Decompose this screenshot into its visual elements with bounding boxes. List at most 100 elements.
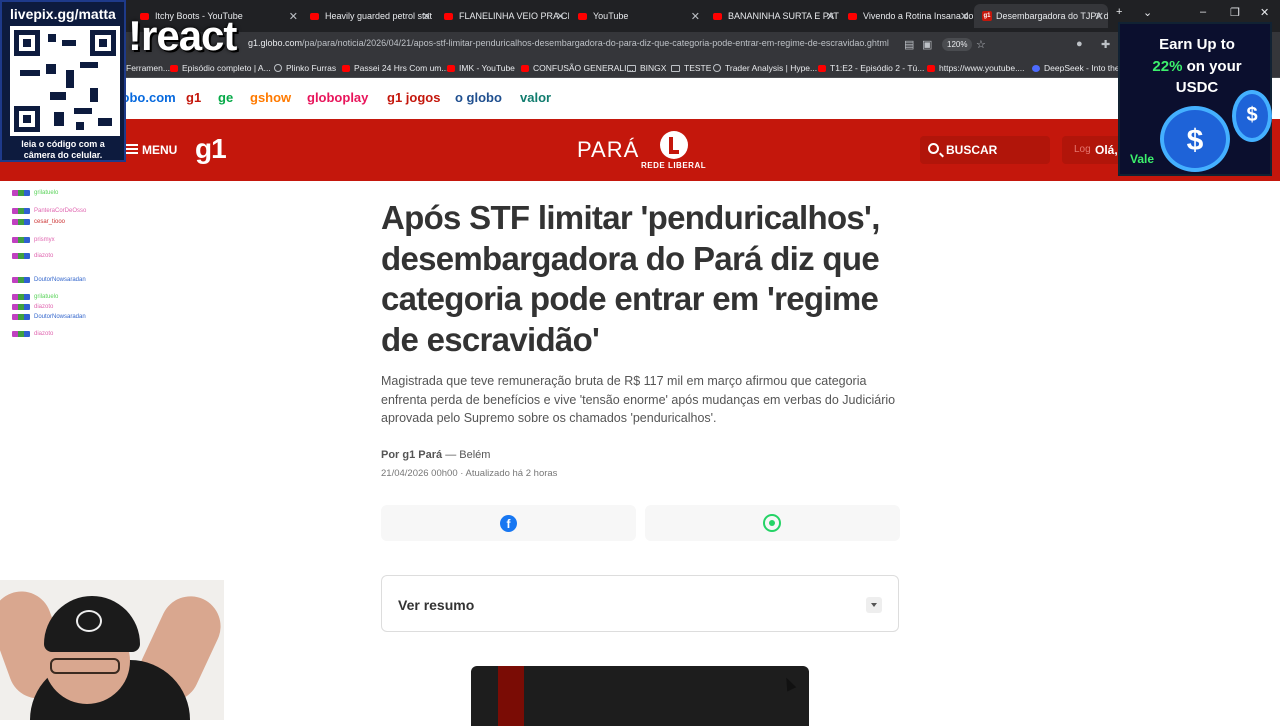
chat-message: PanteraCorDeOsso (12, 207, 86, 215)
bookmark-item[interactable]: CONFUSÃO GENERALI... (521, 63, 634, 73)
cap-logo-icon (76, 610, 102, 632)
youtube-icon (170, 64, 178, 72)
new-tab-icon[interactable]: + (1116, 6, 1122, 18)
promo-vale-label: Vale (1130, 152, 1155, 166)
bookmark-item[interactable]: Plinko Furras (274, 63, 336, 73)
summary-accordion[interactable]: Ver resumo (381, 575, 899, 632)
nav-o-globo[interactable]: o globo (455, 90, 502, 105)
chat-badges-icon (12, 190, 30, 196)
livepix-qr-overlay: livepix.gg/matta leia o código com a câm… (0, 0, 126, 162)
nav-g1-jogos[interactable]: g1 jogos (387, 90, 440, 105)
screenshot-icon[interactable]: ▣ (922, 38, 932, 51)
close-tab-icon[interactable]: ✕ (289, 10, 298, 23)
chat-badges-icon (12, 208, 30, 214)
browser-tab[interactable]: Vivendo a Rotina Insana do ✕ (840, 4, 973, 28)
chat-message: grilatuelo (12, 189, 58, 197)
browser-tab[interactable]: FLANELINHA VEIO PRA CIM ✕ (436, 4, 569, 28)
region-title[interactable]: PARÁ (577, 137, 639, 163)
summary-label: Ver resumo (398, 597, 475, 613)
rede-liberal-logo-icon (660, 131, 688, 159)
livepix-handle: livepix.gg/matta (10, 6, 116, 22)
close-tab-icon[interactable]: ✕ (826, 10, 835, 23)
close-tab-icon[interactable]: ✕ (422, 10, 431, 23)
whatsapp-icon (763, 514, 781, 532)
bookmark-item[interactable]: Ferramen... (126, 63, 170, 73)
chat-message: diazoto (12, 330, 53, 338)
qr-caption: leia o código com a câmera do celular. (21, 139, 105, 160)
close-tab-icon[interactable]: ✕ (1095, 10, 1104, 23)
chat-badges-icon (12, 304, 30, 310)
bookmark-item[interactable]: Episódio completo | A... (170, 63, 271, 73)
chat-badges-icon (12, 237, 30, 243)
bookmark-item[interactable]: DeepSeek - Into the ... (1032, 63, 1129, 73)
chat-badges-icon (12, 294, 30, 300)
bookmark-item[interactable]: Trader Analysis | Hype... (713, 63, 817, 73)
nav-ge[interactable]: ge (218, 90, 233, 105)
profile-icon[interactable]: ● (1076, 38, 1083, 50)
chat-message: diazoto (12, 252, 53, 260)
nav-globoplay[interactable]: globoplay (307, 90, 368, 105)
bookmark-item[interactable]: https://www.youtube.... (927, 63, 1025, 73)
url-field[interactable]: g1.globo.com/pa/para/noticia/2026/04/21/… (248, 38, 889, 48)
close-window-icon[interactable]: ✕ (1260, 6, 1269, 19)
bookmark-item[interactable]: T1:E2 - Episódio 2 - Tú... (818, 63, 924, 73)
chat-message: DoutorNowsaradan (12, 313, 86, 321)
close-tab-icon[interactable]: ✕ (960, 10, 969, 23)
affiliate-label: REDE LIBERAL (641, 161, 707, 170)
article-title: Após STF limitar 'penduricalhos', desemb… (381, 199, 880, 358)
stream-chat-overlay: grilatuelo PanteraCorDeOsso cesar_tiooo … (12, 189, 122, 339)
reader-mode-icon[interactable]: ▤ (904, 38, 914, 51)
youtube-icon (342, 64, 350, 72)
tab-list-icon[interactable]: ⌄ (1143, 6, 1152, 19)
article-author[interactable]: Por g1 Pará (381, 449, 442, 461)
facebook-icon: f (500, 515, 517, 532)
youtube-icon (310, 12, 319, 20)
user-greeting[interactable]: Olá, (1095, 143, 1118, 157)
nav-g1[interactable]: g1 (186, 90, 201, 105)
minimize-icon[interactable]: – (1200, 6, 1206, 18)
nav-gshow[interactable]: gshow (250, 90, 291, 105)
globo-network-nav: globo.com g1 ge gshow globoplay g1 jogos… (0, 79, 1280, 119)
article-location: — Belém (445, 449, 491, 461)
youtube-icon (444, 12, 453, 20)
zoom-indicator[interactable]: 120% (942, 38, 973, 51)
close-tab-icon[interactable]: ✕ (556, 10, 565, 23)
globe-icon (713, 64, 721, 72)
youtube-icon (818, 64, 826, 72)
menu-button[interactable]: MENU (142, 143, 177, 157)
video-player[interactable] (471, 666, 809, 726)
browser-tab-active[interactable]: g1 Desembargadora do TJPA d ✕ (974, 4, 1108, 28)
glasses-icon (50, 658, 120, 674)
menu-icon[interactable] (126, 144, 138, 154)
bookmark-item[interactable]: IMK - YouTube (447, 63, 515, 73)
search-button[interactable]: BUSCAR (920, 136, 1050, 164)
youtube-icon (848, 12, 857, 20)
maximize-icon[interactable]: ❐ (1230, 6, 1240, 19)
folder-icon (671, 64, 680, 72)
search-icon (928, 143, 939, 154)
youtube-icon (521, 64, 529, 72)
bookmark-folder[interactable]: BINGX (627, 63, 666, 73)
chevron-down-icon[interactable] (866, 597, 882, 613)
browser-tab[interactable]: Heavily guarded petrol stat ✕ (302, 4, 435, 28)
article-byline: Por g1 Pará — Belém (381, 449, 490, 461)
extensions-icon[interactable]: ✚ (1101, 38, 1110, 51)
share-facebook-button[interactable]: f (381, 505, 636, 541)
chat-message: grilatuelo (12, 293, 58, 301)
chat-badges-icon (12, 331, 30, 337)
site-header: MENU g1 PARÁ REDE LIBERAL BUSCAR Log Olá… (0, 119, 1280, 181)
globe-icon (274, 64, 282, 72)
bookmark-item[interactable]: Passei 24 Hrs Com um... (342, 63, 448, 73)
browser-tab[interactable]: BANANINHA SURTA E PATI ✕ (705, 4, 839, 28)
g1-logo[interactable]: g1 (195, 133, 227, 165)
chat-badges-icon (12, 314, 30, 320)
close-tab-icon[interactable]: ✕ (691, 10, 700, 23)
share-whatsapp-button[interactable] (645, 505, 900, 541)
bookmark-folder[interactable]: TESTE (671, 63, 711, 73)
bookmark-star-icon[interactable]: ☆ (976, 38, 986, 51)
chat-message: prismyx (12, 236, 55, 244)
chat-badges-icon (12, 253, 30, 259)
folder-icon (627, 64, 636, 72)
nav-valor[interactable]: valor (520, 90, 551, 105)
browser-tab[interactable]: YouTube ✕ (570, 4, 704, 28)
